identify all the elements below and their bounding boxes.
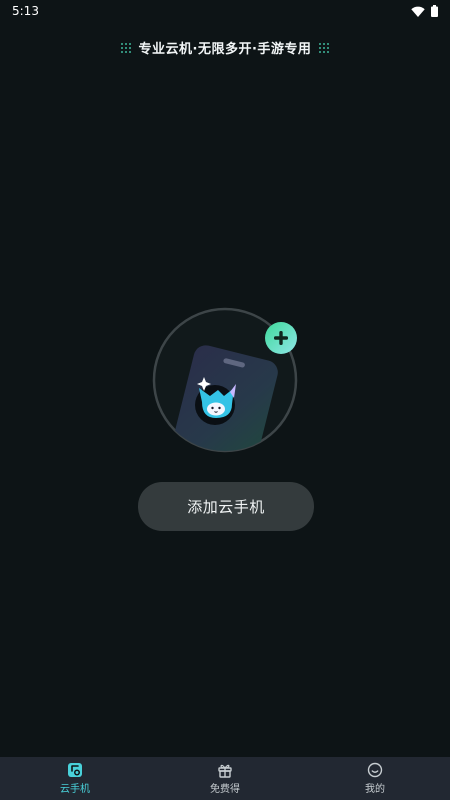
add-cloud-phone-button[interactable]: 添加云手机 [138,482,314,531]
wifi-icon [411,6,425,17]
gift-icon [218,764,232,778]
status-icons [411,5,438,17]
cloud-phone-icon [68,763,82,777]
nav-item-profile[interactable]: 我的 [300,757,450,800]
nav-label: 免费得 [210,784,240,795]
status-time: 5:13 [12,4,39,18]
add-cloud-phone-label: 添加云手机 [187,498,265,516]
nav-label: 云手机 [60,784,90,795]
battery-icon [431,5,438,17]
add-cloud-phone-illustration[interactable] [150,304,302,456]
nav-item-cloud-phone[interactable]: 云手机 [0,757,150,800]
bottom-nav: 云手机 免费得 我的 [0,757,450,800]
nav-item-free-gift[interactable]: 免费得 [150,757,300,800]
profile-face-icon [367,762,383,778]
slogan-text: 专业云机·无限多开·手游专用 [138,42,312,57]
dots-decoration-icon [319,42,330,53]
nav-label: 我的 [365,784,385,795]
dots-decoration-icon [120,42,131,53]
app-screen: 5:13 专业云机·无限多开·手游专用 添加云手机 云手机 免费得 我的 [0,0,450,800]
status-bar: 5:13 [0,0,450,22]
slogan-banner: 专业云机·无限多开·手游专用 [0,38,450,57]
